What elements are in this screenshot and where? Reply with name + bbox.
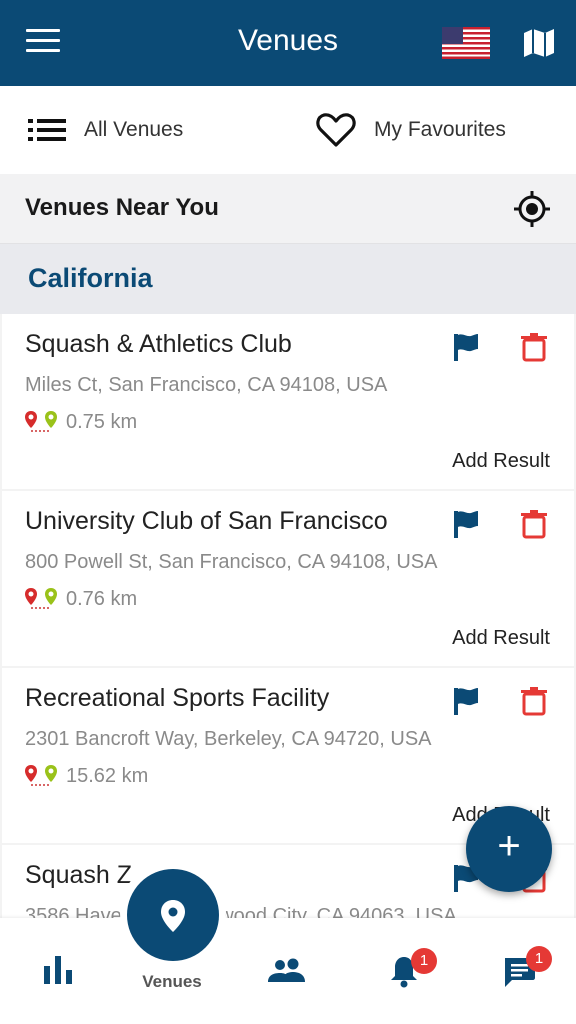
venue-name: University Club of San Francisco <box>25 507 388 535</box>
bottom-navigation: 1 1 <box>0 918 576 1024</box>
distance-pins-icon <box>25 765 57 786</box>
venue-name: Squash & Athletics Club <box>25 330 292 358</box>
stats-nav-button[interactable] <box>36 918 80 1024</box>
plus-icon: + <box>497 824 521 868</box>
location-pin-icon <box>161 900 185 932</box>
bar-chart-icon <box>44 956 72 984</box>
region-header: California <box>0 244 576 314</box>
map-icon[interactable] <box>522 27 556 59</box>
venues-nav-label: Venues <box>142 972 202 991</box>
venue-distance: 0.75 km <box>66 410 138 433</box>
venue-distance-row: 15.62 km <box>24 764 148 788</box>
heart-icon <box>316 113 356 147</box>
flag-icon[interactable] <box>452 332 480 362</box>
delete-icon[interactable] <box>520 686 548 716</box>
venue-address: 3586 Haven Ave, Redwood City, CA 94063, … <box>25 905 457 918</box>
venue-distance: 0.76 km <box>66 587 138 610</box>
app-bar: Venues <box>0 0 576 86</box>
people-nav-button[interactable] <box>268 918 308 1024</box>
delete-icon[interactable] <box>520 332 548 362</box>
messages-nav-button[interactable]: 1 <box>500 918 552 1024</box>
region-label: California <box>28 263 153 293</box>
venue-name: Squash Z <box>25 861 133 889</box>
distance-pins-icon <box>25 588 57 609</box>
venue-address: Miles Ct, San Francisco, CA 94108, USA <box>25 374 388 396</box>
venue-distance-row: 0.76 km <box>24 587 137 611</box>
flag-icon[interactable] <box>452 509 480 539</box>
venue-name: Recreational Sports Facility <box>25 684 330 712</box>
venue-card[interactable]: University Club of San Francisco 800 Pow… <box>2 491 574 666</box>
add-result-button[interactable]: Add Result <box>452 450 550 473</box>
venues-nav-button[interactable] <box>127 869 219 961</box>
notification-badge: 1 <box>411 948 437 974</box>
filter-bar: All Venues My Favourites <box>0 86 576 174</box>
venues-near-you-header: Venues Near You <box>0 174 576 244</box>
list-icon <box>28 119 66 141</box>
my-favourites-filter[interactable]: My Favourites <box>316 86 506 174</box>
venues-near-you-label: Venues Near You <box>25 194 219 221</box>
venue-distance-row: 0.75 km <box>24 410 137 434</box>
distance-pins-icon <box>25 411 57 432</box>
all-venues-filter[interactable]: All Venues <box>28 86 183 174</box>
gps-location-icon[interactable] <box>514 191 550 227</box>
add-result-button[interactable]: Add Result <box>452 627 550 650</box>
flag-icon[interactable] <box>452 686 480 716</box>
notifications-nav-button[interactable]: 1 <box>386 918 437 1024</box>
delete-icon[interactable] <box>520 509 548 539</box>
venue-address: 2301 Bancroft Way, Berkeley, CA 94720, U… <box>25 728 432 750</box>
venue-distance: 15.62 km <box>66 764 149 787</box>
add-venue-fab[interactable]: + <box>466 806 552 892</box>
us-flag-icon[interactable] <box>442 27 490 59</box>
my-favourites-label: My Favourites <box>374 118 506 141</box>
venue-address: 800 Powell St, San Francisco, CA 94108, … <box>25 551 438 573</box>
venue-card[interactable]: Squash & Athletics Club Miles Ct, San Fr… <box>2 314 574 489</box>
message-badge: 1 <box>526 946 552 972</box>
all-venues-label: All Venues <box>84 118 184 141</box>
people-icon <box>268 958 305 982</box>
